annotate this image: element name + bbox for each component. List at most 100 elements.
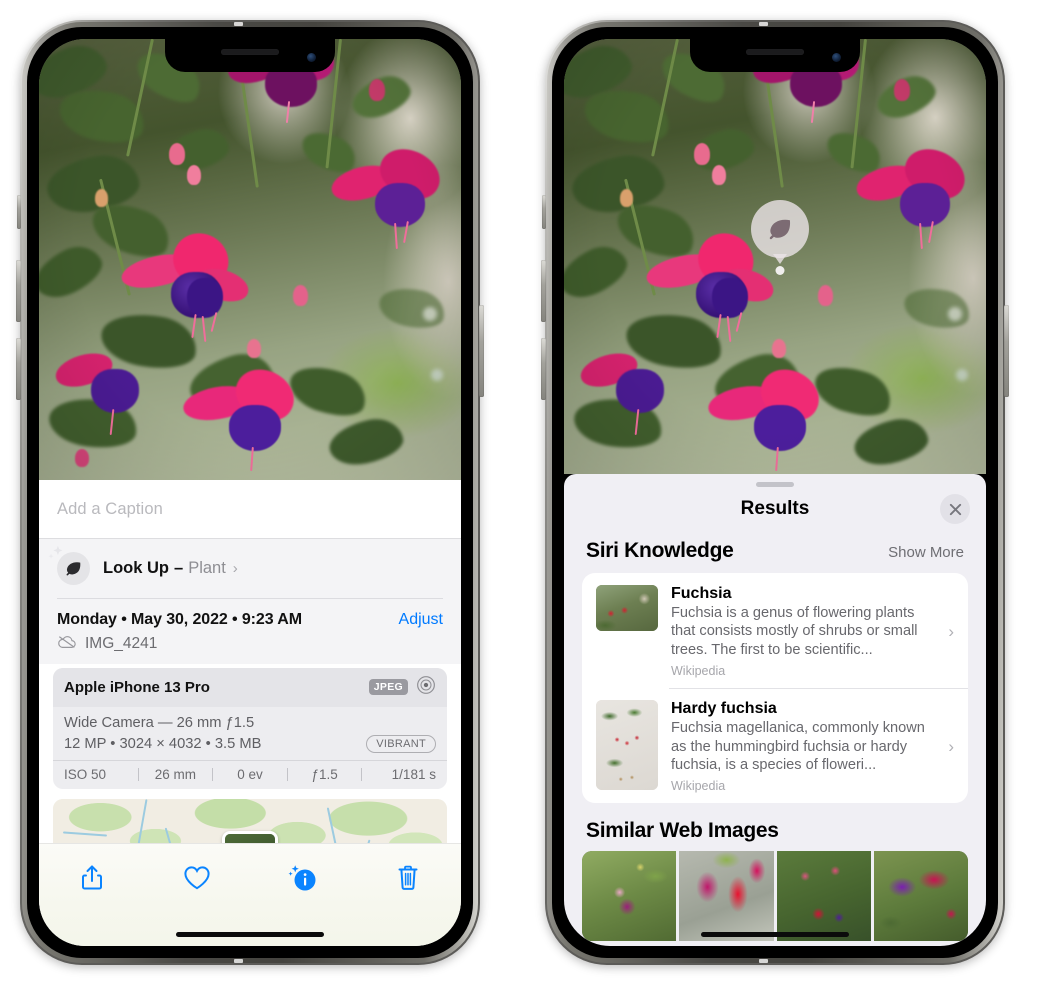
photo-date: Monday • May 30, 2022 • 9:23 AM bbox=[57, 610, 302, 628]
similar-web-images-grid bbox=[582, 851, 968, 942]
leaf-icon bbox=[48, 545, 90, 585]
photo-info-panel: Add a Caption Look Up – Plant › Monday •… bbox=[39, 480, 461, 946]
left-phone-screen: Add a Caption Look Up – Plant › Monday •… bbox=[39, 39, 461, 946]
volume-down-button[interactable] bbox=[16, 338, 21, 400]
similar-image-tile[interactable] bbox=[776, 851, 871, 942]
resolution-info: 12 MP • 3024 × 4032 • 3.5 MB bbox=[64, 735, 262, 752]
antenna-seam-top bbox=[759, 22, 768, 26]
result-title: Fuchsia bbox=[671, 585, 732, 602]
caption-field-row[interactable]: Add a Caption bbox=[39, 480, 461, 539]
lens-info: Wide Camera — 26 mm ƒ1.5 bbox=[64, 714, 255, 731]
similar-image-tile[interactable] bbox=[873, 851, 968, 942]
flower bbox=[51, 339, 165, 436]
power-button[interactable] bbox=[1004, 305, 1009, 397]
date-block: Monday • May 30, 2022 • 9:23 AM Adjust I… bbox=[39, 598, 461, 664]
exif-body: Wide Camera — 26 mm ƒ1.5 12 MP • 3024 × … bbox=[53, 707, 447, 760]
result-thumbnail bbox=[596, 700, 658, 791]
share-button[interactable] bbox=[70, 858, 114, 898]
photo-toolbar bbox=[39, 843, 461, 946]
camera-device-name: Apple iPhone 13 Pro bbox=[64, 678, 210, 696]
flower bbox=[118, 222, 253, 343]
flower bbox=[576, 339, 690, 436]
exif-stat-shutter: 1/181 s bbox=[391, 766, 436, 782]
right-iphone-device: Results Siri Knowledge Show More Fuchsia… bbox=[541, 20, 1009, 965]
knowledge-result-row[interactable]: Hardy fuchsia Fuchsia magellanica, commo… bbox=[582, 688, 968, 803]
front-camera-icon bbox=[307, 53, 316, 62]
home-indicator[interactable] bbox=[701, 932, 849, 937]
result-description: Fuchsia is a genus of flowering plants t… bbox=[671, 605, 918, 658]
look-up-dash: – bbox=[174, 559, 184, 577]
antenna-seam-bottom bbox=[759, 959, 768, 963]
result-source: Wikipedia bbox=[671, 664, 726, 679]
section-title: Siri Knowledge bbox=[586, 539, 734, 562]
chevron-right-icon: › bbox=[232, 560, 238, 577]
earpiece-speaker bbox=[221, 49, 279, 55]
result-thumbnail bbox=[596, 585, 658, 631]
flower bbox=[853, 139, 976, 250]
antenna-seam-bottom bbox=[234, 959, 243, 963]
volume-up-button[interactable] bbox=[541, 260, 546, 322]
front-camera-icon bbox=[832, 53, 841, 62]
photo-fuchsia-garden[interactable] bbox=[39, 39, 461, 480]
siri-knowledge-results: Fuchsia Fuchsia is a genus of flowering … bbox=[582, 573, 968, 804]
photographic-style-badge: VIBRANT bbox=[366, 734, 436, 753]
file-name: IMG_4241 bbox=[85, 635, 158, 652]
sheet-title: Results bbox=[740, 498, 810, 519]
show-more-button[interactable]: Show More bbox=[888, 544, 964, 561]
siri-knowledge-header: Siri Knowledge Show More bbox=[564, 531, 986, 573]
exif-stat-focal: 26 mm bbox=[154, 766, 197, 782]
look-up-title: Look Up bbox=[103, 559, 169, 577]
look-up-subject: Plant bbox=[188, 559, 226, 577]
volume-up-button[interactable] bbox=[16, 260, 21, 322]
close-icon bbox=[949, 503, 961, 515]
flower bbox=[180, 359, 307, 472]
similar-image-tile[interactable] bbox=[582, 851, 677, 942]
notch bbox=[165, 39, 335, 72]
flower bbox=[328, 139, 451, 250]
similar-web-images-header: Similar Web Images bbox=[564, 803, 986, 851]
info-button[interactable] bbox=[281, 858, 325, 898]
volume-down-button[interactable] bbox=[541, 338, 546, 400]
chevron-right-icon: › bbox=[948, 621, 954, 641]
exif-header: Apple iPhone 13 Pro JPEG bbox=[53, 667, 447, 707]
sheet-header: Results bbox=[564, 487, 986, 531]
home-indicator[interactable] bbox=[176, 932, 324, 937]
photo-fuchsia-garden[interactable] bbox=[564, 39, 986, 474]
right-phone-screen: Results Siri Knowledge Show More Fuchsia… bbox=[564, 39, 986, 946]
mute-switch[interactable] bbox=[542, 195, 546, 229]
antenna-seam-top bbox=[234, 22, 243, 26]
visual-lookup-badge[interactable] bbox=[751, 200, 809, 275]
exif-stat-ev: 0 ev bbox=[237, 766, 263, 782]
badge-dot bbox=[775, 266, 785, 275]
chevron-right-icon: › bbox=[948, 736, 954, 756]
similar-image-tile[interactable] bbox=[679, 851, 774, 942]
result-source: Wikipedia bbox=[671, 779, 726, 794]
result-title: Hardy fuchsia bbox=[671, 700, 777, 718]
result-description: Fuchsia magellanica, commonly known as t… bbox=[671, 720, 925, 773]
flower bbox=[643, 222, 778, 343]
section-title: Similar Web Images bbox=[586, 819, 779, 843]
notch bbox=[690, 39, 860, 72]
earpiece-speaker bbox=[746, 49, 804, 55]
icloud-slash-icon bbox=[57, 635, 77, 654]
knowledge-result-row[interactable]: Fuchsia Fuchsia is a genus of flowering … bbox=[582, 573, 968, 688]
close-button[interactable] bbox=[940, 494, 970, 524]
delete-button[interactable] bbox=[386, 858, 430, 898]
results-sheet: Results Siri Knowledge Show More Fuchsia… bbox=[564, 474, 986, 946]
screenshot-root: Add a Caption Look Up – Plant › Monday •… bbox=[0, 0, 1055, 985]
sparkles-icon bbox=[48, 545, 63, 559]
mute-switch[interactable] bbox=[17, 195, 21, 229]
exif-stats-row: ISO 50 26 mm 0 ev ƒ1.5 1/181 s bbox=[53, 759, 447, 789]
adjust-button[interactable]: Adjust bbox=[399, 611, 443, 629]
power-button[interactable] bbox=[479, 305, 484, 397]
flower bbox=[705, 359, 832, 472]
look-up-label: Look Up – Plant › bbox=[103, 559, 238, 578]
format-badge: JPEG bbox=[368, 679, 408, 695]
favorite-button[interactable] bbox=[175, 858, 219, 898]
aperture-icon bbox=[416, 675, 436, 700]
leaf-icon bbox=[769, 219, 791, 240]
exif-card[interactable]: Apple iPhone 13 Pro JPEG Wide Camera — 2… bbox=[53, 667, 447, 789]
caption-input[interactable]: Add a Caption bbox=[57, 500, 163, 519]
look-up-row[interactable]: Look Up – Plant › bbox=[48, 545, 443, 598]
exif-stat-aperture: ƒ1.5 bbox=[311, 766, 338, 782]
